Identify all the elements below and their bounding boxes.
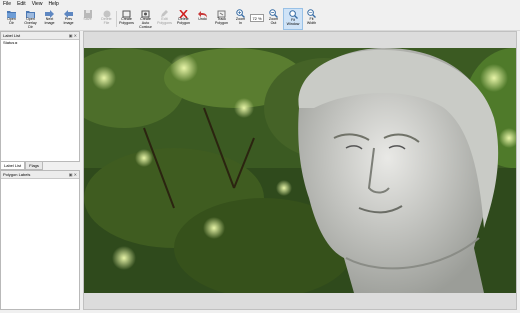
toolbar: Open Dir Open Overlay Dir Next Image Pre… bbox=[0, 8, 520, 31]
polygon-labels-dock: Polygon Labels ▣ ✕ bbox=[0, 170, 80, 310]
save-button[interactable]: Save bbox=[78, 8, 97, 30]
zoom-out-button[interactable]: Zoom Out bbox=[264, 8, 283, 30]
dock-tabs: Label List Flags bbox=[0, 162, 80, 170]
menu-file[interactable]: File bbox=[0, 0, 14, 8]
polygon-labels-title: Polygon Labels bbox=[3, 172, 31, 177]
zoom-in-button[interactable]: Zoom In bbox=[231, 8, 250, 30]
track-polygon-button[interactable]: Track Polygon bbox=[212, 8, 231, 30]
edit-polygons-button[interactable]: Edit Polygons bbox=[155, 8, 174, 30]
label-list-title: Label List bbox=[3, 33, 21, 38]
open-overlay-dir-button[interactable]: Open Overlay Dir bbox=[21, 8, 40, 30]
dock-float-close-icon[interactable]: ▣ ✕ bbox=[69, 32, 77, 39]
next-image-button[interactable]: Next Image bbox=[40, 8, 59, 30]
label-list-dock: Label List ▣ ✕ Status ▸ bbox=[0, 31, 80, 162]
tab-flags[interactable]: Flags bbox=[25, 162, 43, 170]
menu-view[interactable]: View bbox=[29, 0, 46, 8]
menu-help[interactable]: Help bbox=[45, 0, 61, 8]
menu-bar: File Edit View Help bbox=[0, 0, 520, 8]
fit-window-button[interactable]: Fit Window bbox=[283, 8, 303, 30]
statue-image bbox=[84, 48, 516, 293]
undo-button[interactable]: Undo bbox=[193, 8, 212, 30]
tab-label-list[interactable]: Label List bbox=[0, 162, 26, 170]
fit-width-button[interactable]: Fit Width bbox=[302, 8, 321, 30]
menu-edit[interactable]: Edit bbox=[14, 0, 29, 8]
create-auto-contour-button[interactable]: Create Auto Contour bbox=[136, 8, 155, 30]
dock-float-close-icon[interactable]: ▣ ✕ bbox=[69, 171, 77, 178]
polygon-labels-title-bar: Polygon Labels ▣ ✕ bbox=[1, 171, 79, 179]
delete-polygon-button[interactable]: Delete Polygon bbox=[174, 8, 193, 30]
create-polygons-button[interactable]: Create Polygons bbox=[117, 8, 136, 30]
delete-file-button[interactable]: Delete File bbox=[97, 8, 116, 30]
zoom-input[interactable]: 72 % bbox=[250, 14, 264, 22]
statue-photo bbox=[84, 48, 516, 293]
image-canvas[interactable] bbox=[83, 31, 517, 310]
label-list-title-bar: Label List ▣ ✕ bbox=[1, 32, 79, 40]
status-label[interactable]: Status ▸ bbox=[1, 40, 79, 46]
prev-image-button[interactable]: Prev Image bbox=[59, 8, 78, 30]
open-dir-button[interactable]: Open Dir bbox=[2, 8, 21, 30]
